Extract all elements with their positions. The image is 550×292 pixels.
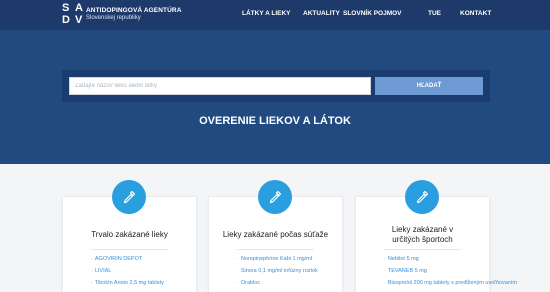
nav-item-tue[interactable]: TUE xyxy=(428,10,441,17)
dropper-icon xyxy=(258,180,292,214)
page-title: OVERENIE LIEKOV A LÁTOK xyxy=(199,115,351,127)
list-item-label: Orabloc xyxy=(240,280,261,286)
list-item[interactable]: · Sinora 0,1 mg/ml infúzny roztok xyxy=(237,265,318,277)
search-button[interactable]: HĽADAŤ xyxy=(375,77,483,95)
nav-item-aktuality[interactable]: AKTUALITY xyxy=(303,10,340,17)
agency-logo[interactable]: S A D V xyxy=(62,2,88,28)
list-item-label: LIVIAL xyxy=(94,268,112,274)
card-title: Trvalo zakázané lieky xyxy=(91,230,168,239)
card-list: · Nebilet 5 mg · TEVANEB 5 mg · Bisoprolol … xyxy=(384,253,517,289)
card-list: · AGOVIRIN DEPOT · LIVIAL · Tibolón Aristo … xyxy=(91,253,164,289)
card-list: · Norepinephrine Kabi 1 mg/ml · Sinora 0,1… xyxy=(237,253,318,289)
card-title: Lieky zakázané v určitých športoch xyxy=(391,225,454,244)
logo-letter: D xyxy=(62,14,70,26)
list-item[interactable]: · Bisoprolol 200 mg tablety s predĺženým … xyxy=(384,277,517,289)
brand-line1: ANTIDOPINGOVÁ AGENTÚRA xyxy=(86,7,182,14)
search-hero: HĽADAŤ OVERENIE LIEKOV A LÁTOK xyxy=(0,30,550,164)
search-input[interactable] xyxy=(69,77,371,95)
logo-letter: S xyxy=(62,2,70,14)
list-item-label: Nebilet 5 mg xyxy=(387,256,419,262)
list-item[interactable]: · Norepinephrine Kabi 1 mg/ml xyxy=(237,253,318,265)
site-header: S A D V ANTIDOPINGOVÁ AGENTÚRA Slovenske… xyxy=(0,0,550,30)
logo-letter: A xyxy=(75,2,83,14)
nav-item-kontakt[interactable]: KONTAKT xyxy=(460,10,491,17)
nav-item-slovnik-pojmov[interactable]: SLOVNÍK POJMOV xyxy=(343,10,402,17)
dropper-icon xyxy=(112,180,146,214)
brand-name[interactable]: ANTIDOPINGOVÁ AGENTÚRA Slovenskej republ… xyxy=(86,7,182,22)
search-bar: HĽADAŤ xyxy=(62,70,490,102)
dropper-icon xyxy=(405,180,439,214)
list-item[interactable]: · Orabloc xyxy=(237,277,318,289)
card-title: Lieky zakázané počas súťaže xyxy=(222,230,329,239)
list-item[interactable]: · AGOVIRIN DEPOT xyxy=(91,253,164,265)
list-item[interactable]: · Tibolón Aristo 2,5 mg tablety xyxy=(91,277,164,289)
list-item[interactable]: · LIVIAL xyxy=(91,265,164,277)
list-item-label: Tibolón Aristo 2,5 mg tablety xyxy=(94,280,165,286)
list-item[interactable]: · TEVANEB 5 mg xyxy=(384,265,517,277)
logo-letter: V xyxy=(75,14,83,26)
list-item-label: TEVANEB 5 mg xyxy=(387,268,427,274)
card-divider xyxy=(384,249,461,250)
list-item-label: Bisoprolol 200 mg tablety s predĺženým u… xyxy=(387,280,517,286)
card-divider xyxy=(91,249,168,250)
card-divider xyxy=(237,249,314,250)
brand-line2: Slovenskej republiky xyxy=(86,15,141,21)
list-item-label: Sinora 0,1 mg/ml infúzny roztok xyxy=(240,268,318,274)
list-item-label: Norepinephrine Kabi 1 mg/ml xyxy=(240,256,313,262)
list-item[interactable]: · Nebilet 5 mg xyxy=(384,253,517,265)
nav-item-latky-a-lieky[interactable]: LÁTKY A LIEKY xyxy=(242,10,291,17)
list-item-label: AGOVIRIN DEPOT xyxy=(94,256,143,262)
